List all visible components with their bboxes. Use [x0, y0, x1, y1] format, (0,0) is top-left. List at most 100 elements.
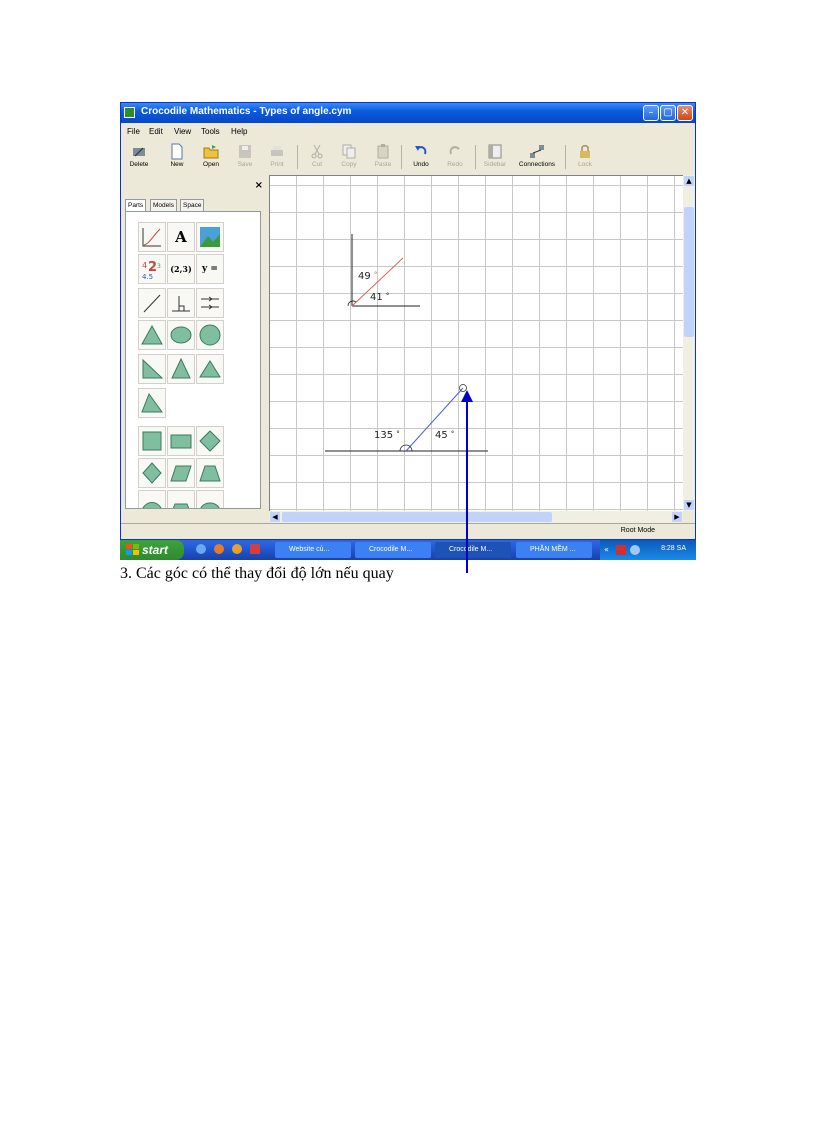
scroll-down-icon[interactable]: ▼: [684, 500, 694, 510]
minimize-button[interactable]: –: [643, 105, 659, 121]
horizontal-scrollbar[interactable]: ◀ ▶: [269, 511, 683, 523]
menu-view[interactable]: View: [174, 127, 191, 136]
part-kite[interactable]: [138, 458, 166, 488]
part-isosceles-triangle[interactable]: [167, 354, 195, 384]
open-folder-icon: [203, 145, 219, 159]
app-quick-icon[interactable]: [250, 544, 260, 554]
browser-icon[interactable]: [232, 544, 242, 554]
open-button[interactable]: Open: [195, 141, 227, 173]
undo-button[interactable]: Undo: [405, 141, 437, 173]
scalene-triangle-icon: [141, 392, 163, 413]
horizontal-scroll-thumb[interactable]: [282, 512, 552, 522]
connections-button[interactable]: Connections: [515, 141, 559, 173]
part-parallel[interactable]: [196, 288, 224, 318]
part-equation[interactable]: y =: [196, 254, 224, 284]
part-ellipse[interactable]: [167, 320, 195, 350]
part-segment[interactable]: [138, 490, 166, 508]
part-trapezoid[interactable]: [167, 490, 195, 508]
save-button[interactable]: Save: [229, 141, 261, 173]
new-label: New: [170, 161, 184, 168]
lock-button[interactable]: Lock: [569, 141, 601, 173]
menu-tools[interactable]: Tools: [201, 127, 220, 136]
cut-button[interactable]: Cut: [301, 141, 333, 173]
toolbar-separator: [297, 145, 298, 169]
window-title: Crocodile Mathematics - Types of angle.c…: [141, 106, 352, 117]
menu-edit[interactable]: Edit: [149, 127, 163, 136]
delete-label: Delete: [129, 161, 149, 168]
part-rectangle[interactable]: [167, 426, 195, 456]
part-parallelogram[interactable]: [167, 458, 195, 488]
close-button[interactable]: ✕: [677, 105, 693, 121]
copy-button[interactable]: Copy: [333, 141, 365, 173]
delete-icon: [133, 147, 145, 157]
part-rhombus[interactable]: [196, 426, 224, 456]
part-equilateral-triangle[interactable]: [196, 354, 224, 384]
coordinate-label: (2,3): [170, 264, 192, 274]
windows-logo-icon: [126, 544, 139, 555]
copy-icon: [342, 144, 356, 159]
lock-label: Lock: [578, 161, 592, 168]
parts-sidebar: × Parts Models Space A 4 2 4.5 3 (2,3) y =: [121, 175, 269, 521]
tab-models[interactable]: Models: [150, 199, 177, 211]
trapezoid-icon: [172, 503, 190, 508]
tray-expand-icon[interactable]: «: [604, 545, 609, 554]
drawing-canvas[interactable]: 49 ° 41 ° 135 ° 45 °: [269, 175, 683, 511]
scroll-right-icon[interactable]: ▶: [672, 512, 682, 522]
vertical-scroll-thumb[interactable]: [684, 207, 694, 337]
menu-file[interactable]: File: [127, 127, 140, 136]
print-button[interactable]: Print: [261, 141, 293, 173]
paste-button[interactable]: Paste: [367, 141, 399, 173]
part-trapezium[interactable]: [196, 458, 224, 488]
part-semicircle[interactable]: [196, 490, 224, 508]
part-right-triangle[interactable]: [138, 354, 166, 384]
part-line[interactable]: [138, 288, 166, 318]
part-number[interactable]: 4 2 4.5 3: [138, 254, 166, 284]
tray-v-icon[interactable]: [616, 545, 626, 555]
right-triangle-icon: [142, 358, 163, 379]
cut-label: Cut: [311, 161, 323, 168]
taskbar-item-crocodile-folder[interactable]: Crocodile M...: [355, 542, 431, 558]
scroll-up-icon[interactable]: ▲: [684, 176, 694, 186]
part-triangle[interactable]: [138, 320, 166, 350]
triangle-icon: [141, 324, 163, 345]
paste-icon: [377, 144, 389, 159]
circle-icon: [199, 324, 221, 346]
new-file-icon: [171, 143, 183, 160]
part-coordinate[interactable]: (2,3): [167, 254, 195, 284]
scroll-left-icon[interactable]: ◀: [270, 512, 280, 522]
maximize-button[interactable]: ▢: [660, 105, 676, 121]
start-button[interactable]: start: [120, 540, 184, 560]
taskbar-item-phan-mem[interactable]: PHẦN MỀM ...: [516, 542, 592, 558]
part-circle[interactable]: [196, 320, 224, 350]
part-scalene-triangle[interactable]: [138, 388, 166, 418]
ie-icon[interactable]: [196, 544, 206, 554]
part-text[interactable]: A: [167, 222, 195, 252]
delete-button[interactable]: Delete: [123, 141, 155, 173]
new-button[interactable]: New: [161, 141, 193, 173]
menu-help[interactable]: Help: [231, 127, 247, 136]
part-perpendicular[interactable]: [167, 288, 195, 318]
sidebar-close-icon[interactable]: ×: [255, 180, 263, 191]
taskbar-item-crocodile-app[interactable]: Crocodile M...: [435, 542, 511, 558]
part-square[interactable]: [138, 426, 166, 456]
angle-45-label: 45 °: [435, 430, 455, 441]
angles-drawing: [325, 234, 488, 452]
taskbar-item-website[interactable]: Website củ...: [275, 542, 351, 558]
start-label: start: [142, 543, 169, 557]
clock: 8:28 SA: [661, 545, 686, 552]
sidebar-button[interactable]: Sidebar: [479, 141, 511, 173]
angle-41-label: 41 °: [370, 292, 390, 303]
part-graph[interactable]: [138, 222, 166, 252]
tab-space[interactable]: Space: [180, 199, 205, 211]
parallelogram-icon: [170, 465, 192, 482]
part-picture[interactable]: [196, 222, 224, 252]
square-icon: [142, 431, 162, 451]
toolbar-separator: [401, 145, 402, 169]
redo-button[interactable]: Redo: [439, 141, 471, 173]
firefox-icon[interactable]: [214, 544, 224, 554]
line-icon: [143, 294, 161, 313]
vertical-scrollbar[interactable]: ▲ ▼: [683, 175, 695, 511]
title-bar[interactable]: Crocodile Mathematics - Types of angle.c…: [121, 103, 695, 123]
tray-network-icon[interactable]: [630, 545, 640, 555]
blue-ray-line[interactable]: [405, 387, 464, 452]
